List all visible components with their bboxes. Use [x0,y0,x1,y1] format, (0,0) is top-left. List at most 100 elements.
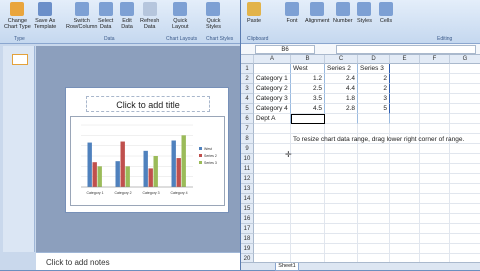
cell[interactable] [450,114,480,124]
cell[interactable]: 1.8 [325,94,358,104]
cell[interactable]: Category 3 [254,94,291,104]
cell[interactable] [420,214,450,224]
row-header[interactable]: 18 [241,234,254,244]
slide-canvas[interactable]: Click to add title Category 1 Category 2C… [65,87,229,213]
row-header[interactable]: 8 [241,134,254,144]
cell[interactable] [450,184,480,194]
cell[interactable]: Dept A [254,114,291,124]
cell[interactable] [450,64,480,74]
ribbon-button-switch[interactable]: Switch Row/Column [66,2,97,30]
cell[interactable] [390,144,420,154]
cell[interactable] [358,174,390,184]
cell[interactable] [291,224,325,234]
cell[interactable] [254,64,291,74]
cell[interactable]: 2.5 [291,84,325,94]
ribbon-button-quick[interactable]: Quick Styles [206,2,221,30]
row-header[interactable]: 11 [241,164,254,174]
cell[interactable] [420,184,450,194]
cell[interactable] [291,234,325,244]
cell[interactable]: Category 1 [254,74,291,84]
row-header[interactable]: 7 [241,124,254,134]
cell[interactable]: 3.5 [291,94,325,104]
row-header[interactable]: 17 [241,224,254,234]
cell[interactable] [390,234,420,244]
cell[interactable]: Category 2 [254,84,291,94]
row-header[interactable]: 19 [241,244,254,254]
cell[interactable] [358,114,390,124]
cell[interactable]: 2.8 [325,104,358,114]
cell[interactable] [254,194,291,204]
slide-thumbnail[interactable] [12,54,28,65]
cell[interactable] [450,104,480,114]
cell[interactable] [450,214,480,224]
row-header[interactable]: 5 [241,104,254,114]
row-header[interactable]: 13 [241,184,254,194]
column-header[interactable] [241,55,254,64]
cell[interactable] [420,144,450,154]
cell[interactable]: Series 2 [325,64,358,74]
ribbon-button-number[interactable]: Number [333,2,353,24]
cell[interactable] [325,214,358,224]
cell[interactable] [291,204,325,214]
row-header[interactable]: 3 [241,84,254,94]
cell[interactable] [254,184,291,194]
cell[interactable] [420,104,450,114]
slide-thumbnails-pane[interactable] [3,46,35,252]
cell[interactable] [291,184,325,194]
row-header[interactable]: 9 [241,144,254,154]
cell[interactable] [450,94,480,104]
cell[interactable] [450,234,480,244]
cell[interactable]: 3 [358,94,390,104]
ribbon-button-font[interactable]: Font [285,2,299,24]
cell[interactable] [450,164,480,174]
cell[interactable] [420,234,450,244]
column-header[interactable]: G [450,55,480,64]
cell[interactable] [450,154,480,164]
cell[interactable] [420,224,450,234]
row-header[interactable]: 1 [241,64,254,74]
cell[interactable] [420,154,450,164]
ribbon-button-alignment[interactable]: Alignment [305,2,329,24]
cell[interactable] [358,124,390,134]
cell[interactable]: 2.4 [325,74,358,84]
cell[interactable]: Series 3 [358,64,390,74]
cell[interactable] [291,154,325,164]
cell[interactable] [358,204,390,214]
cell[interactable] [325,144,358,154]
row-header[interactable]: 15 [241,204,254,214]
cell[interactable]: Category 4 [254,104,291,114]
cell[interactable] [390,64,420,74]
cell[interactable] [325,184,358,194]
cell[interactable] [390,184,420,194]
cell[interactable] [450,194,480,204]
row-header[interactable]: 12 [241,174,254,184]
cell[interactable] [325,224,358,234]
cell[interactable] [254,174,291,184]
ribbon-button-cells[interactable]: Cells [379,2,393,24]
cell[interactable] [390,174,420,184]
row-header[interactable]: 2 [241,74,254,84]
cell[interactable] [325,164,358,174]
cell[interactable] [420,84,450,94]
cell[interactable] [291,164,325,174]
cell[interactable] [450,244,480,254]
cell[interactable] [420,244,450,254]
cell[interactable] [358,194,390,204]
cell[interactable]: 4.4 [325,84,358,94]
cell[interactable] [450,174,480,184]
cell[interactable] [390,194,420,204]
cell[interactable] [325,194,358,204]
row-header[interactable]: 6 [241,114,254,124]
cell[interactable] [450,204,480,214]
cell[interactable] [390,94,420,104]
cell[interactable] [450,144,480,154]
cell[interactable] [390,244,420,254]
cell[interactable] [420,64,450,74]
cell[interactable] [291,174,325,184]
ribbon-button-styles[interactable]: Styles [357,2,372,24]
cell[interactable] [390,224,420,234]
worksheet-grid[interactable]: A B C D E F G 1 West Series 2 Series 3 2 Category 11… [241,55,480,270]
cell[interactable] [390,84,420,94]
cell[interactable] [254,134,291,144]
cell[interactable]: 4.5 [291,104,325,114]
